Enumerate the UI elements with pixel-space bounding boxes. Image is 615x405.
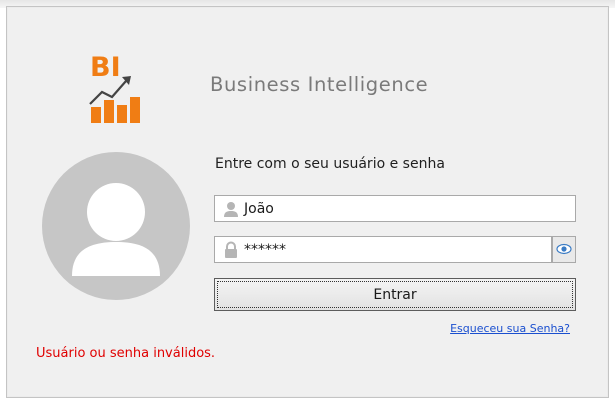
lock-icon bbox=[220, 239, 242, 261]
logo-bar-3 bbox=[117, 105, 127, 123]
show-password-button[interactable] bbox=[552, 236, 576, 263]
password-value[interactable]: ****** bbox=[242, 242, 286, 258]
user-icon bbox=[220, 198, 242, 220]
avatar-icon bbox=[42, 152, 190, 300]
logo-bar-1 bbox=[91, 107, 101, 123]
forgot-password-link[interactable]: Esqueceu sua Senha? bbox=[450, 322, 570, 335]
logo-bar-2 bbox=[104, 100, 114, 123]
error-message: Usuário ou senha inválidos. bbox=[36, 346, 216, 361]
logo-bar-4 bbox=[130, 97, 140, 123]
username-field[interactable]: João bbox=[214, 195, 576, 222]
eye-icon bbox=[556, 240, 572, 259]
login-instructions: Entre com o seu usuário e senha bbox=[215, 156, 445, 172]
password-field[interactable]: ****** bbox=[214, 236, 552, 263]
login-button[interactable]: Entrar bbox=[214, 278, 576, 311]
login-panel: BI Business Intelligence Entre com o seu… bbox=[6, 6, 609, 398]
logo-text: BI bbox=[90, 52, 121, 83]
username-value[interactable]: João bbox=[242, 201, 274, 217]
app-title: Business Intelligence bbox=[210, 73, 429, 96]
bi-logo: BI bbox=[84, 47, 164, 127]
